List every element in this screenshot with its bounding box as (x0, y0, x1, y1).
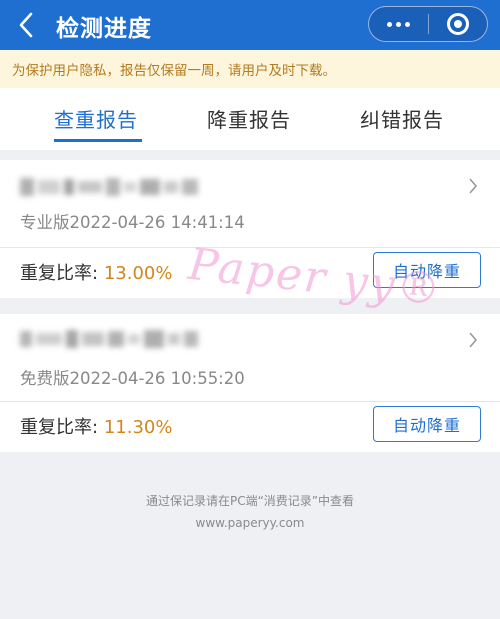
more-dots-icon (386, 21, 410, 27)
page: 检测进度 为保护用户隐私，报告仅保留一周，请用户及时下载。 查重报告 降重报告 … (0, 0, 500, 619)
footer-url[interactable]: www.paperyy.com (0, 516, 500, 530)
auto-reduce-button[interactable]: 自动降重 (373, 406, 481, 442)
close-button[interactable] (429, 7, 488, 41)
rate-value: 11.30% (103, 417, 173, 438)
rate-value: 13.00% (103, 263, 173, 284)
redacted-title (20, 178, 198, 196)
tab-correction-report[interactable]: 纠错报告 (360, 104, 444, 133)
target-circle-icon (446, 13, 469, 35)
card-divider (0, 247, 500, 248)
report-card[interactable]: 免费版2022-04-26 10:55:20 重复比率: 11.30% 自动降重 (0, 314, 500, 452)
back-button[interactable] (8, 8, 44, 42)
header-bar: 检测进度 (0, 0, 500, 50)
footer-note: 通过保记录请在PC端“消费记录”中查看 (145, 494, 355, 508)
card-divider (0, 401, 500, 402)
mini-program-capsule (368, 6, 488, 42)
rate-label-row: 重复比率: 13.00% (20, 259, 172, 285)
report-meta: 专业版2022-04-26 14:41:14 (20, 213, 245, 232)
chevron-right-icon[interactable] (468, 332, 478, 348)
chevron-left-icon (19, 12, 33, 38)
tab-plagiarism-report[interactable]: 查重报告 (54, 104, 138, 133)
rate-label: 重复比率: (20, 263, 99, 284)
report-meta: 免费版2022-04-26 10:55:20 (20, 369, 245, 388)
rate-label-row: 重复比率: 11.30% (20, 413, 172, 439)
privacy-notice: 为保护用户隐私，报告仅保留一周，请用户及时下载。 (0, 50, 500, 88)
tab-reduction-report[interactable]: 降重报告 (207, 104, 291, 133)
rate-label: 重复比率: (20, 417, 99, 438)
auto-reduce-button[interactable]: 自动降重 (373, 252, 481, 288)
chevron-right-icon[interactable] (468, 178, 478, 194)
redacted-title (20, 330, 198, 348)
more-button[interactable] (369, 7, 428, 41)
active-tab-indicator (54, 139, 142, 142)
page-title: 检测进度 (56, 16, 152, 42)
report-card[interactable]: 专业版2022-04-26 14:41:14 重复比率: 13.00% 自动降重 (0, 160, 500, 298)
